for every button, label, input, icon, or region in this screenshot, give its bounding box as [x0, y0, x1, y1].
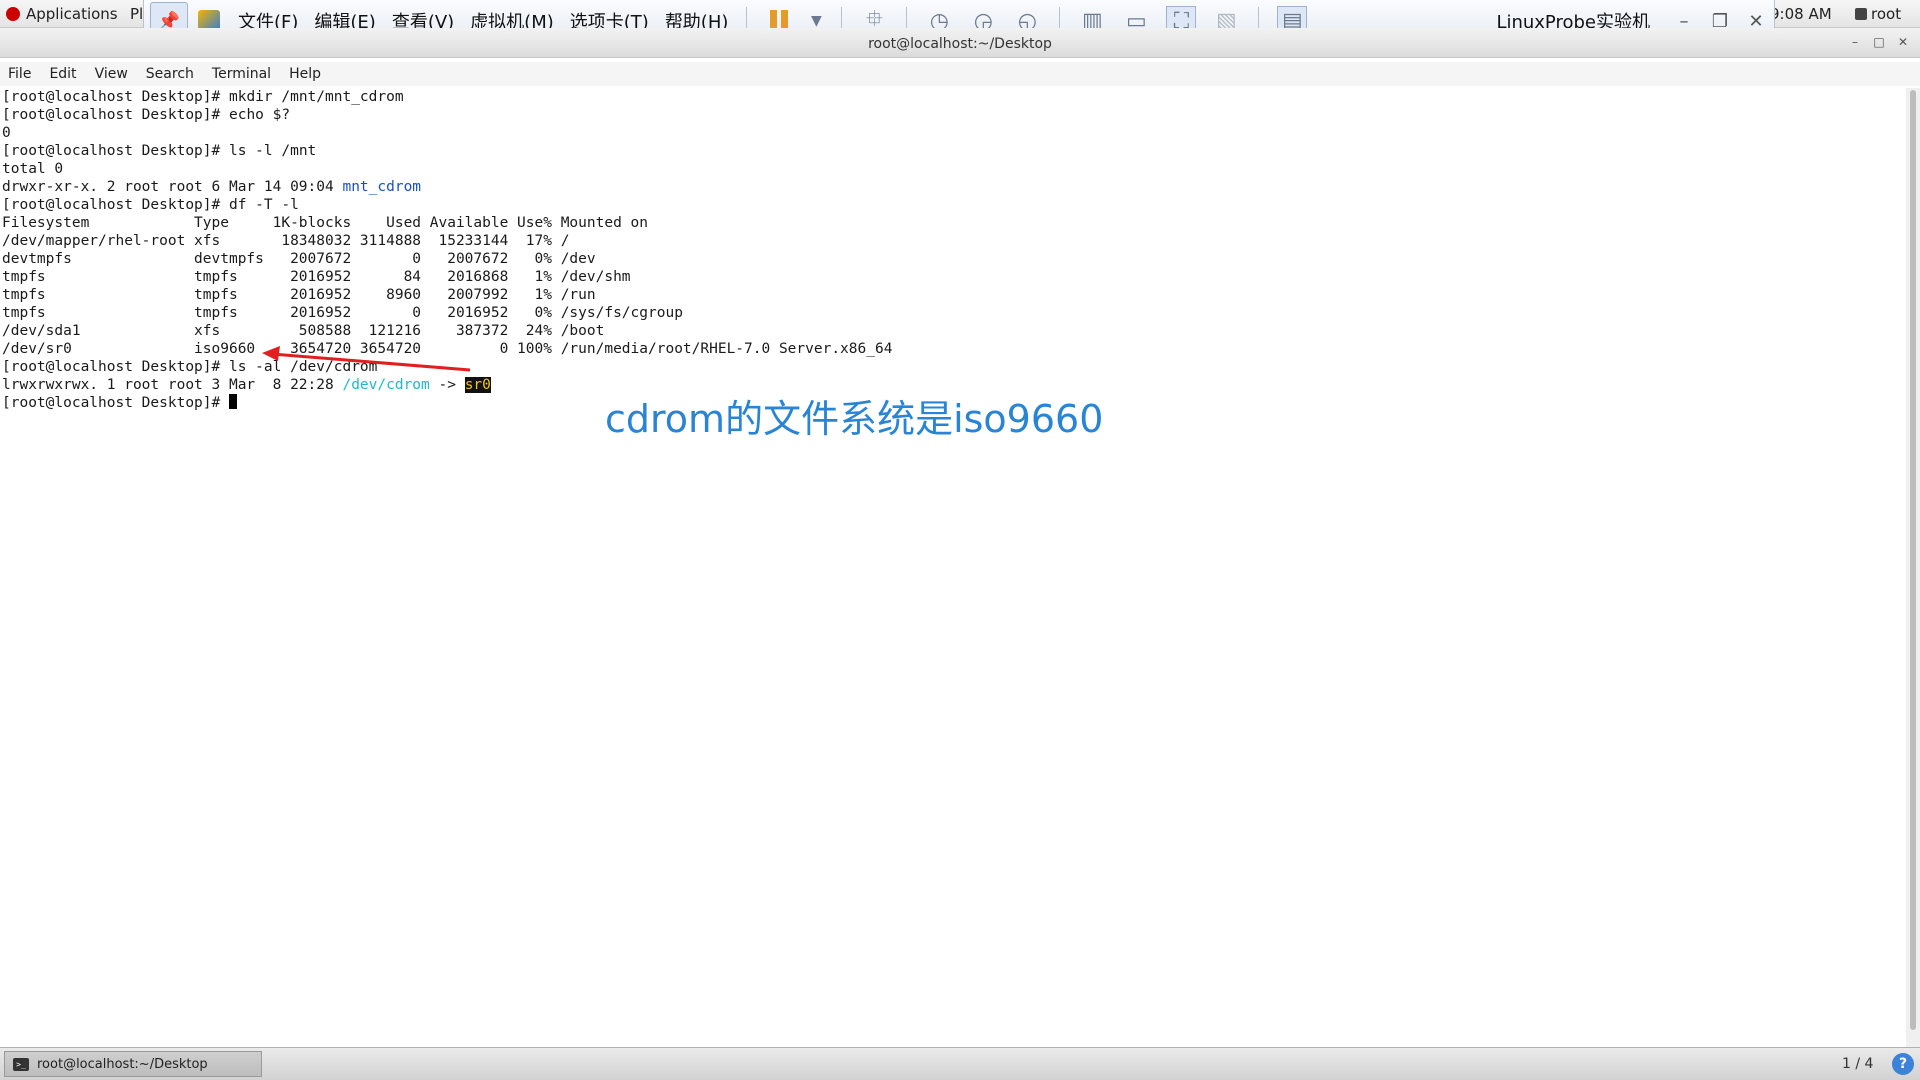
prompt: [root@localhost Desktop]# — [2, 197, 229, 213]
command: echo $? — [228, 107, 291, 123]
df-row: tmpfs tmpfs 2016952 8960 2007992 1% /run — [2, 287, 596, 303]
prompt: [root@localhost Desktop]# — [2, 359, 229, 375]
prompt: [root@localhost Desktop]# — [2, 89, 229, 105]
df-row: /dev/sr0 iso9660 3654720 3654720 0 100% … — [2, 341, 893, 357]
applications-label: Applications — [26, 5, 118, 23]
scrollbar-thumb[interactable] — [1910, 90, 1916, 1030]
term-maximize-icon[interactable]: □ — [1870, 34, 1888, 50]
term-menu-view[interactable]: View — [95, 66, 128, 82]
user-icon — [1855, 8, 1867, 20]
user-name: root — [1871, 5, 1902, 23]
taskbar-item-terminal[interactable]: >_ root@localhost:~/Desktop — [4, 1051, 262, 1077]
redhat-logo-icon — [6, 7, 20, 21]
prompt: [root@localhost Desktop]# — [2, 143, 229, 159]
symlink-target: sr0 — [464, 377, 491, 393]
output-line: lrwxrwxrwx. 1 root root 3 Mar 8 22:28 — [2, 377, 343, 393]
output-line: total 0 — [2, 161, 64, 177]
df-row: /dev/mapper/rhel-root xfs 18348032 31148… — [2, 233, 570, 249]
term-menu-help[interactable]: Help — [289, 66, 321, 82]
terminal-text: [root@localhost Desktop]# mkdir /mnt/mnt… — [2, 88, 892, 412]
df-header: Filesystem Type 1K-blocks Used Available… — [2, 215, 649, 231]
workspace-indicator[interactable]: 1 / 4 — [1842, 1056, 1873, 1072]
applications-menu[interactable]: Applications — [6, 5, 118, 23]
prompt: [root@localhost Desktop]# — [2, 395, 229, 411]
term-menu-edit[interactable]: Edit — [49, 66, 76, 82]
term-menu-search[interactable]: Search — [146, 66, 194, 82]
dir-name: mnt_cdrom — [342, 179, 422, 195]
command: ls -l /mnt — [228, 143, 317, 159]
prompt: [root@localhost Desktop]# — [2, 107, 229, 123]
term-menu-file[interactable]: File — [8, 66, 31, 82]
terminal-output[interactable]: [root@localhost Desktop]# mkdir /mnt/mnt… — [0, 88, 1906, 1048]
terminal-icon: >_ — [13, 1057, 29, 1071]
text-cursor — [228, 394, 237, 409]
term-minimize-icon[interactable]: – — [1846, 34, 1864, 50]
terminal-menubar: File Edit View Search Terminal Help — [0, 62, 1920, 86]
terminal-scrollbar[interactable] — [1906, 88, 1920, 1048]
command: df -T -l — [228, 197, 299, 213]
term-close-icon[interactable]: ✕ — [1894, 34, 1912, 50]
terminal-titlebar: root@localhost:~/Desktop – □ ✕ — [0, 28, 1920, 58]
output-line: drwxr-xr-x. 2 root root 6 Mar 14 09:04 — [2, 179, 343, 195]
command: mkdir /mnt/mnt_cdrom — [228, 89, 404, 105]
clock[interactable]: 9:08 AM — [1770, 5, 1832, 23]
term-menu-terminal[interactable]: Terminal — [212, 66, 271, 82]
annotation-note: cdrom的文件系统是iso9660 — [605, 397, 1104, 441]
places-menu[interactable]: Pl — [130, 5, 143, 23]
df-row: tmpfs tmpfs 2016952 0 2016952 0% /sys/fs… — [2, 305, 683, 321]
df-row: /dev/sda1 xfs 508588 121216 387372 24% /… — [2, 323, 605, 339]
df-row: tmpfs tmpfs 2016952 84 2016868 1% /dev/s… — [2, 269, 631, 285]
taskbar-item-label: root@localhost:~/Desktop — [37, 1056, 208, 1072]
output-line: 0 — [2, 125, 11, 141]
user-menu[interactable]: root — [1855, 5, 1901, 23]
symlink-name: /dev/cdrom — [342, 377, 430, 393]
symlink-arrow: -> — [429, 377, 465, 393]
df-row: devtmpfs devtmpfs 2007672 0 2007672 0% /… — [2, 251, 596, 267]
command: ls -al /dev/cdrom — [228, 359, 378, 375]
bottom-taskbar: >_ root@localhost:~/Desktop 1 / 4 ? — [0, 1047, 1920, 1080]
terminal-title: root@localhost:~/Desktop — [868, 36, 1052, 52]
help-icon[interactable]: ? — [1892, 1053, 1914, 1075]
